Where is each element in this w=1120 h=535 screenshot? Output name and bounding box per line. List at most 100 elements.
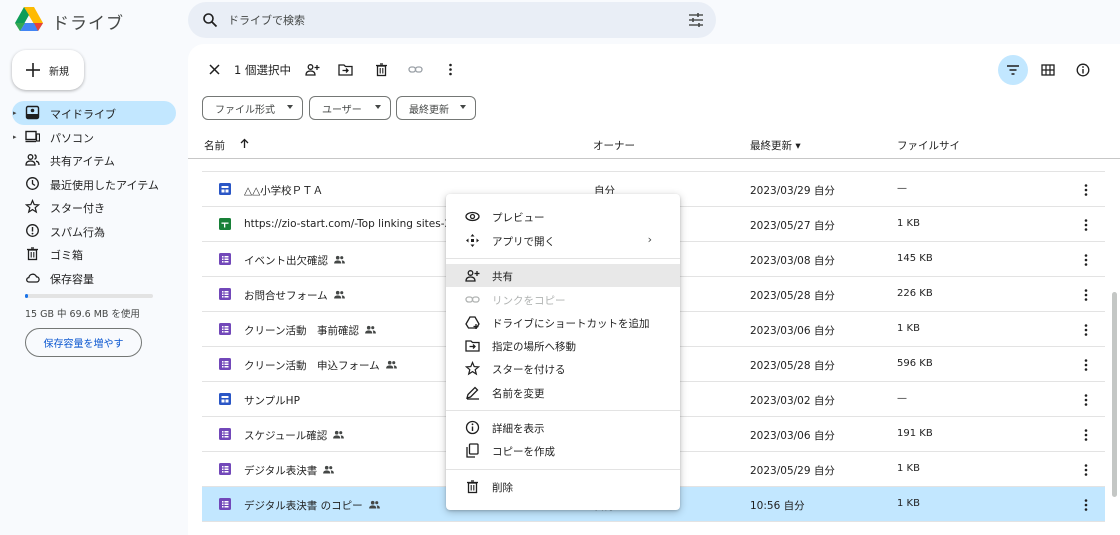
- trash-icon[interactable]: [374, 62, 389, 77]
- pencil-icon: [466, 386, 479, 400]
- grid-view-button[interactable]: [1033, 55, 1063, 85]
- column-header-size[interactable]: ファイルサイ: [897, 138, 960, 153]
- sidebar-item-label: 共有アイテム: [50, 155, 115, 168]
- sort-ascending-icon[interactable]: [239, 138, 250, 149]
- column-header-modified[interactable]: 最終更新 ▾: [750, 138, 801, 153]
- search-input[interactable]: [228, 10, 668, 30]
- more-vertical-icon[interactable]: [443, 62, 458, 77]
- menu-item-label: ドライブにショートカットを追加: [492, 318, 650, 330]
- filter-chip-label: ファイル形式: [215, 104, 275, 116]
- menu-item-move[interactable]: 指定の場所へ移動: [446, 334, 680, 357]
- more-actions-icon[interactable]: [1080, 393, 1092, 407]
- file-name[interactable]: スケジュール確認: [244, 428, 345, 443]
- grid-icon: [1041, 64, 1055, 76]
- menu-item-star[interactable]: スターを付ける: [446, 357, 680, 380]
- info-icon: [465, 420, 480, 435]
- menu-item-label: 削除: [492, 482, 513, 494]
- shared-icon: [334, 255, 345, 267]
- file-name[interactable]: クリーン活動 事前確認: [244, 323, 376, 338]
- file-name-text: スケジュール確認: [244, 430, 328, 442]
- file-name-text: https://zio-start.com/-Top linking sites…: [244, 218, 454, 230]
- filter-chip-modified[interactable]: 最終更新: [396, 96, 476, 120]
- get-more-storage-button[interactable]: 保存容量を増やす: [25, 328, 142, 357]
- table-row[interactable]: [202, 160, 1105, 172]
- menu-item-add-shortcut[interactable]: ドライブにショートカットを追加: [446, 311, 680, 334]
- new-button[interactable]: 新規: [12, 50, 84, 90]
- menu-item-link[interactable]: リンクをコピー: [446, 288, 680, 311]
- file-name[interactable]: https://zio-start.com/-Top linking sites…: [244, 218, 454, 230]
- shared-icon: [368, 500, 380, 512]
- file-name[interactable]: クリーン活動 申込フォーム: [244, 358, 397, 373]
- sidebar-item-storage[interactable]: 保存容量: [12, 266, 176, 290]
- more-actions-icon[interactable]: [1080, 323, 1092, 337]
- menu-item-label: リンクをコピー: [492, 295, 566, 307]
- file-modified: 2023/05/27 自分: [750, 220, 835, 232]
- menu-item-info[interactable]: 詳細を表示: [446, 416, 680, 439]
- menu-item-eye[interactable]: プレビュー: [446, 205, 680, 228]
- close-icon[interactable]: [208, 63, 221, 76]
- sidebar-item-computers[interactable]: ▸ パソコン: [12, 125, 176, 149]
- file-name-text: お問合せフォーム: [244, 290, 328, 302]
- storage-usage-fill: [25, 294, 28, 298]
- search-bar[interactable]: [188, 2, 716, 38]
- clock-icon: [26, 176, 39, 190]
- details-button[interactable]: [1068, 55, 1098, 85]
- move-to-folder-icon[interactable]: [338, 62, 353, 77]
- share-icon[interactable]: [305, 62, 320, 77]
- trash-icon: [467, 480, 478, 494]
- more-actions-icon[interactable]: [1080, 463, 1092, 477]
- menu-item-label: 名前を変更: [492, 388, 545, 400]
- more-actions-icon[interactable]: [1080, 498, 1092, 512]
- menu-item-trash[interactable]: 削除: [446, 475, 680, 498]
- form-file-icon: [219, 498, 231, 510]
- more-actions-icon[interactable]: [1080, 218, 1092, 232]
- shared-icon: [333, 430, 345, 442]
- sidebar-item-my-drive[interactable]: ▸ マイドライブ: [12, 101, 176, 125]
- spam-icon: [26, 223, 39, 237]
- menu-item-person-add[interactable]: 共有: [446, 264, 680, 287]
- drive-logo-icon[interactable]: [14, 6, 44, 32]
- menu-item-label: アプリで開く: [492, 236, 555, 248]
- dropdown-arrow-icon: [287, 105, 293, 109]
- menu-item-pencil[interactable]: 名前を変更: [446, 381, 680, 404]
- expand-caret-icon[interactable]: ▸: [13, 133, 19, 141]
- app-title[interactable]: ドライブ: [52, 9, 124, 34]
- file-name-text: デジタル表決書: [244, 465, 318, 477]
- expand-caret-icon[interactable]: ▸: [13, 109, 19, 117]
- sidebar-item-trash[interactable]: ゴミ箱: [12, 242, 176, 266]
- column-header-owner[interactable]: オーナー: [593, 138, 635, 153]
- menu-item-label: コピーを作成: [492, 446, 555, 458]
- menu-item-open-with[interactable]: アプリで開く ›: [446, 229, 680, 252]
- menu-item-copy[interactable]: コピーを作成: [446, 439, 680, 462]
- more-actions-icon[interactable]: [1080, 428, 1092, 442]
- file-name[interactable]: △△小学校ＰＴＡ: [244, 183, 323, 198]
- file-name[interactable]: デジタル表決書: [244, 463, 335, 478]
- filter-chip-file-type[interactable]: ファイル形式: [202, 96, 303, 120]
- file-name[interactable]: サンプルHP: [244, 393, 300, 408]
- search-options-icon[interactable]: [688, 12, 704, 28]
- file-name[interactable]: デジタル表決書 のコピー: [244, 498, 380, 513]
- storage-usage-bar: [25, 294, 153, 298]
- search-icon[interactable]: [202, 12, 218, 28]
- eye-icon: [465, 211, 480, 222]
- file-name[interactable]: イベント出欠確認: [244, 253, 345, 268]
- sidebar-item-starred[interactable]: スター付き: [12, 195, 176, 219]
- filter-chip-people[interactable]: ユーザー: [309, 96, 391, 120]
- dropdown-arrow-icon: [375, 105, 381, 109]
- file-name[interactable]: お問合せフォーム: [244, 288, 345, 303]
- more-actions-icon[interactable]: [1080, 288, 1092, 302]
- form-file-icon: [219, 463, 231, 475]
- more-actions-icon[interactable]: [1080, 253, 1092, 267]
- link-icon[interactable]: [408, 62, 423, 77]
- column-header-name[interactable]: 名前: [204, 138, 225, 153]
- sidebar-item-label: 最近使用したアイテム: [50, 178, 159, 192]
- sidebar-item-recent[interactable]: 最近使用したアイテム: [12, 172, 176, 196]
- scrollbar[interactable]: [1112, 292, 1117, 497]
- filter-view-button[interactable]: [998, 55, 1028, 85]
- more-actions-icon[interactable]: [1080, 183, 1092, 197]
- form-file-icon: [219, 253, 231, 265]
- more-actions-icon[interactable]: [1080, 358, 1092, 372]
- sidebar-item-shared[interactable]: 共有アイテム: [12, 148, 176, 172]
- sidebar-item-spam[interactable]: スパム行為: [12, 219, 176, 243]
- new-button-label: 新規: [49, 67, 69, 78]
